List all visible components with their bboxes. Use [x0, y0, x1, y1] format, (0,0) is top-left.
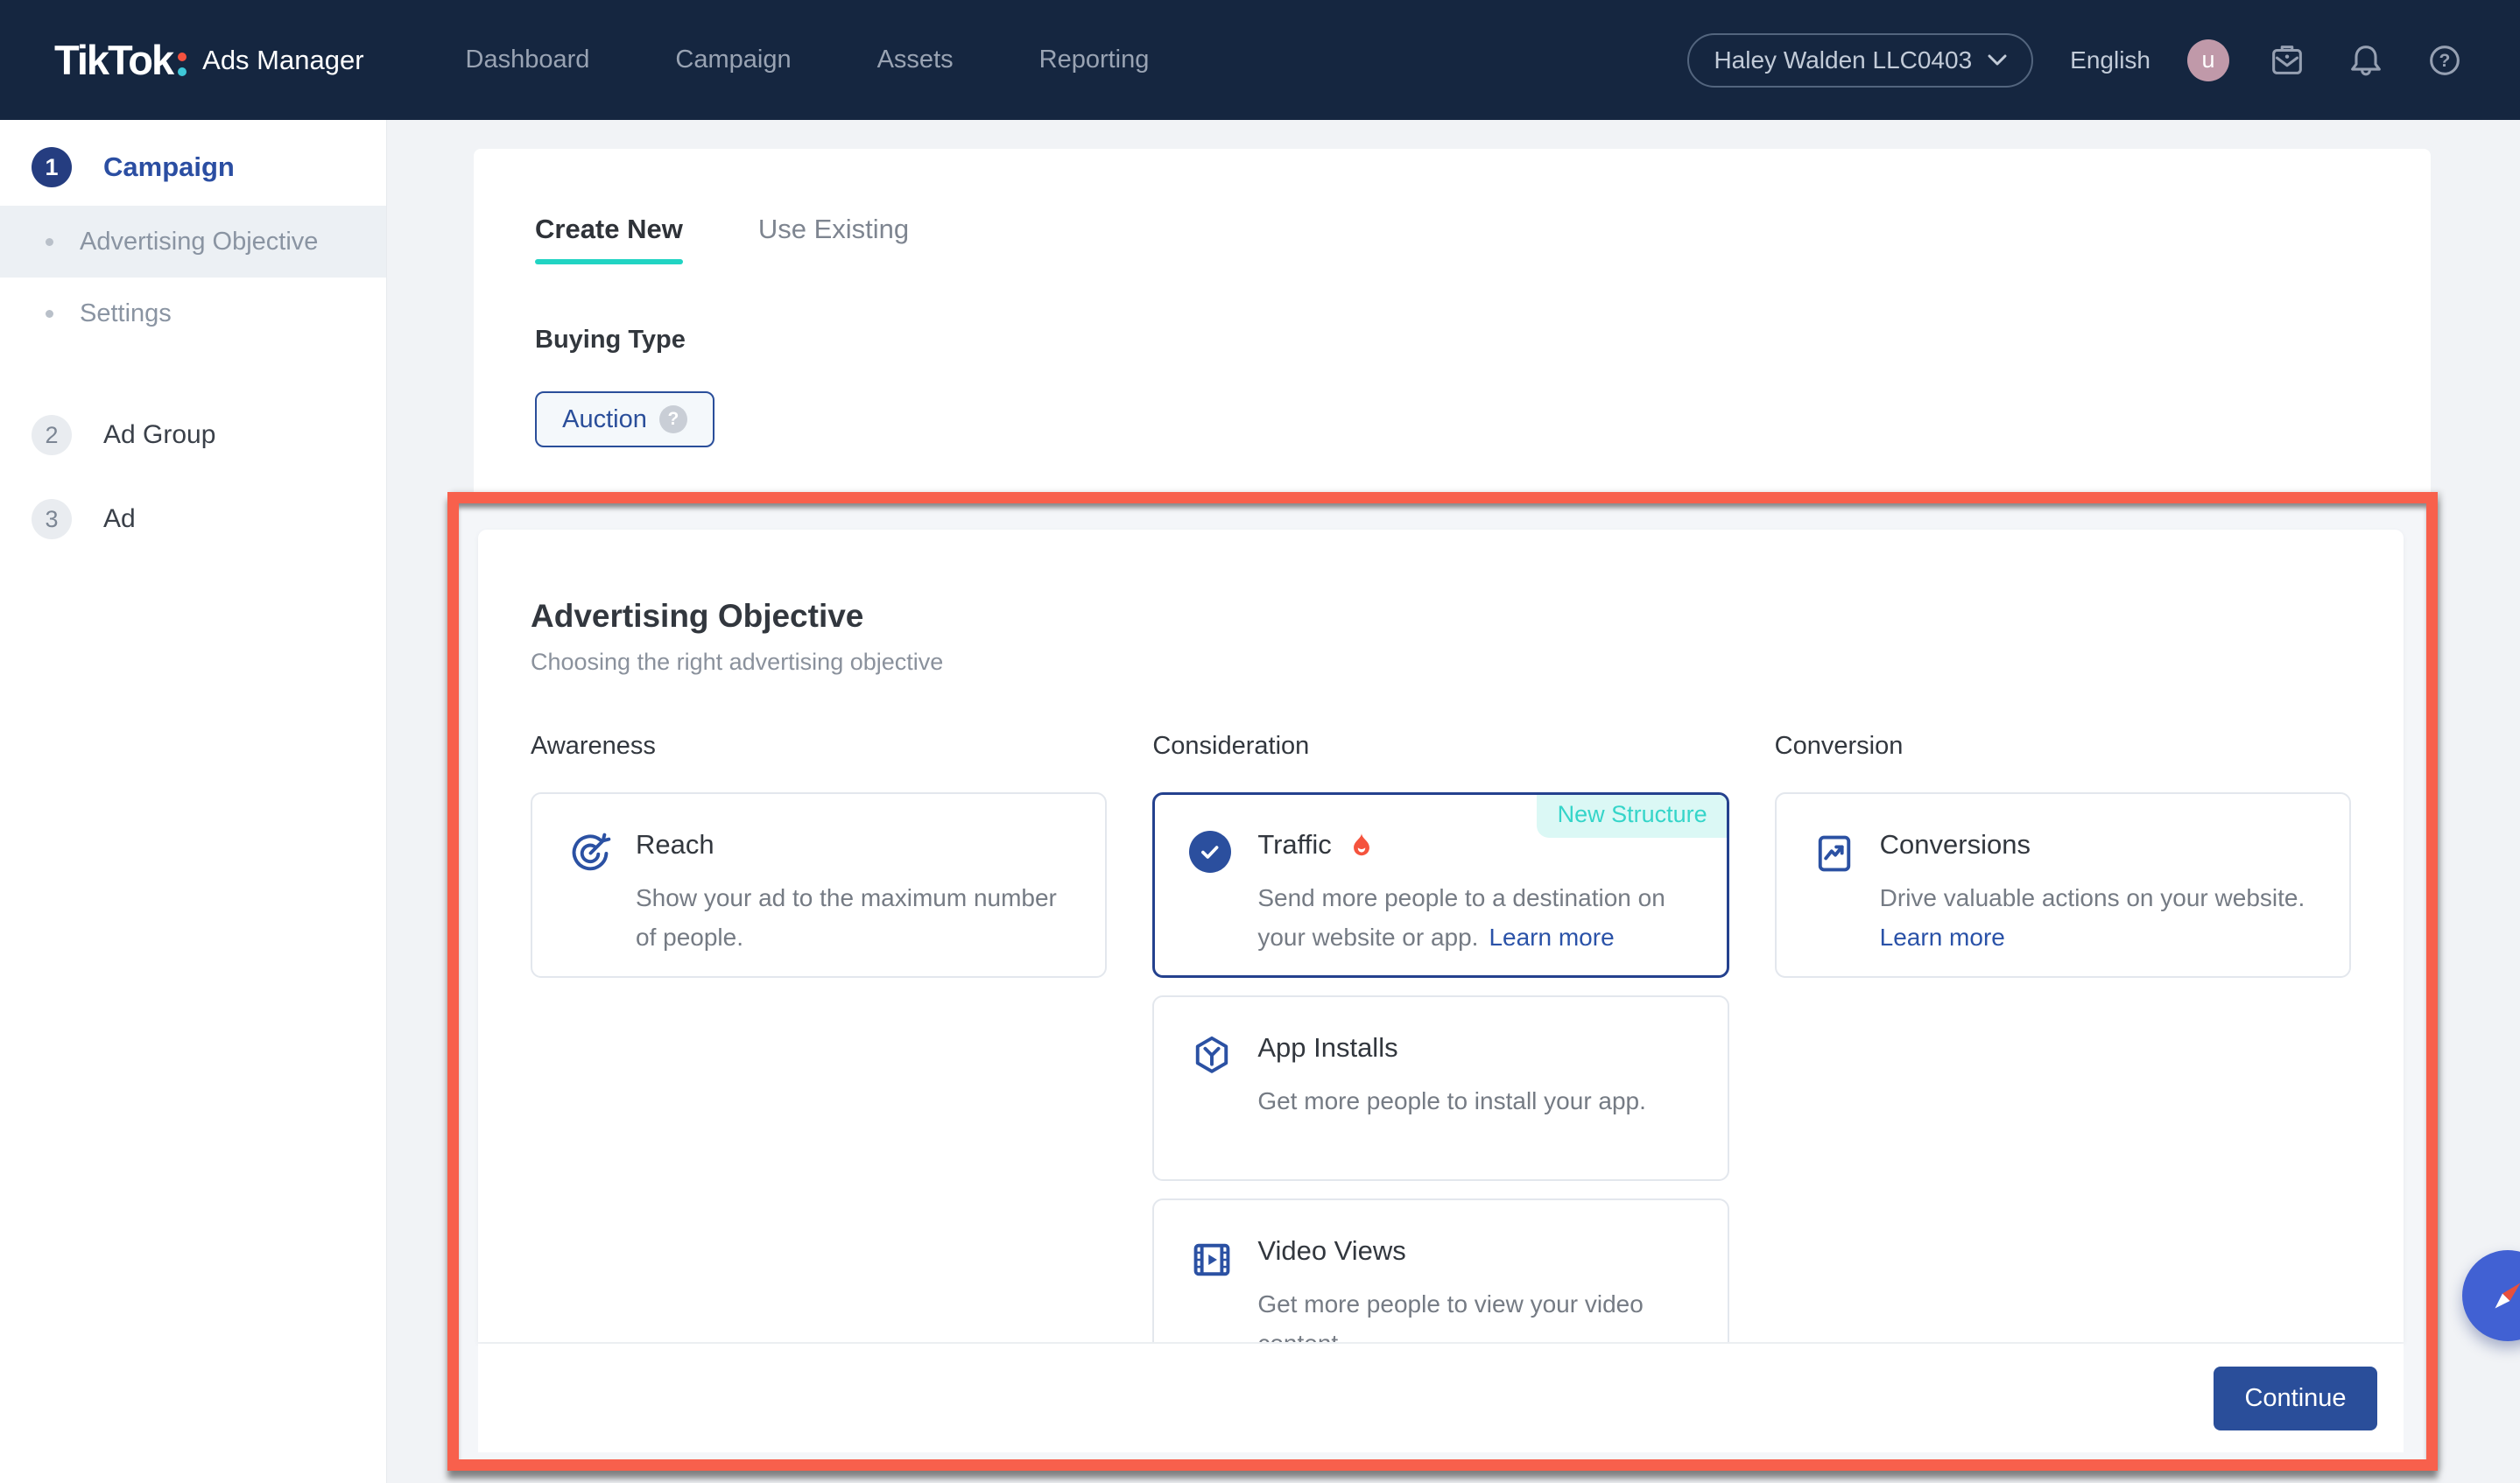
account-name: Haley Walden LLC0403	[1714, 46, 1972, 74]
card-body: Conversions Drive valuable actions on yo…	[1880, 829, 2318, 976]
navbar-right-cluster: Haley Walden LLC0403 English u	[1687, 33, 2466, 88]
nav-link-assets[interactable]: Assets	[877, 46, 954, 74]
product-name: Ads Manager	[202, 45, 363, 76]
highlight-frame-inner: Advertising Objective Choosing the right…	[459, 503, 2426, 1459]
card-description: Get more people to view your video conte…	[1257, 1284, 1695, 1342]
sidebar-step-campaign[interactable]: 1 Campaign	[0, 129, 386, 206]
new-structure-badge: New Structure	[1537, 795, 1727, 838]
card-body: Reach Show your ad to the maximum number…	[636, 829, 1073, 976]
check-circle-icon	[1189, 829, 1235, 975]
step-1-label: Campaign	[103, 151, 235, 183]
card-title: Conversions	[1880, 829, 2031, 861]
film-play-icon	[1189, 1235, 1235, 1342]
message-center-icon	[2267, 40, 2307, 81]
substep-label: Settings	[80, 299, 172, 328]
card-title: Reach	[636, 829, 714, 861]
tiktok-ads-manager-app: TikTok Ads Manager Dashboard Campaign As…	[0, 0, 2520, 1483]
column-header: Consideration	[1152, 732, 1728, 761]
top-navbar: TikTok Ads Manager Dashboard Campaign As…	[0, 0, 2520, 120]
objective-card-app-installs[interactable]: App Installs Get more people to install …	[1152, 995, 1728, 1181]
objective-card-video-views[interactable]: Video Views Get more people to view your…	[1152, 1198, 1728, 1342]
message-center-button[interactable]	[2266, 39, 2308, 81]
step-2-label: Ad Group	[103, 420, 215, 450]
learn-more-link[interactable]: Learn more	[1489, 924, 1614, 951]
column-header: Awareness	[531, 732, 1107, 761]
section-title: Advertising Objective	[531, 530, 2351, 635]
sidebar-step-ad-group[interactable]: 2 Ad Group	[0, 395, 386, 475]
chevron-down-icon	[1988, 54, 2007, 67]
sidebar-step-ad[interactable]: 3 Ad	[0, 479, 386, 559]
buying-type-auction-button[interactable]: Auction ?	[535, 391, 714, 447]
auction-label: Auction	[562, 405, 647, 434]
sidebar-item-settings[interactable]: Settings	[0, 278, 386, 349]
tab-create-new[interactable]: Create New	[535, 214, 683, 264]
card-description: Drive valuable actions on your website.	[1880, 884, 2305, 911]
target-arrow-icon	[567, 829, 613, 976]
notifications-button[interactable]	[2345, 39, 2387, 81]
help-button[interactable]: ?	[2424, 39, 2466, 81]
continue-button[interactable]: Continue	[2214, 1367, 2377, 1430]
campaign-mode-tabs: Create New Use Existing	[535, 214, 2431, 264]
trend-up-icon	[1812, 829, 1857, 976]
section-subtitle: Choosing the right advertising objective	[531, 649, 2351, 676]
column-awareness: Awareness	[531, 732, 1107, 1342]
tiktok-logo-colon	[178, 53, 187, 76]
card-body: Video Views Get more people to view your…	[1257, 1235, 1695, 1342]
step-3-label: Ad	[103, 504, 136, 534]
card-body: App Installs Get more people to install …	[1257, 1032, 1695, 1179]
brand[interactable]: TikTok Ads Manager	[54, 36, 364, 84]
nav-link-dashboard[interactable]: Dashboard	[466, 46, 590, 74]
compass-needle-icon	[2482, 1270, 2520, 1321]
card-title: App Installs	[1257, 1032, 1397, 1064]
bullet-dot-icon	[46, 310, 53, 318]
card-description: Get more people to install your app.	[1257, 1081, 1695, 1121]
wizard-footer: Continue	[478, 1344, 2404, 1452]
buying-type-label: Buying Type	[535, 326, 2431, 355]
card-description: Show your ad to the maximum number of pe…	[636, 878, 1073, 957]
hexagon-y-icon	[1189, 1032, 1235, 1179]
objective-card-reach[interactable]: Reach Show your ad to the maximum number…	[531, 792, 1107, 978]
step-2-circle: 2	[32, 415, 72, 455]
step-1-circle: 1	[32, 147, 72, 187]
column-conversion: Conversion Conv	[1775, 732, 2351, 1342]
flame-icon	[1348, 831, 1376, 859]
objective-card-conversions[interactable]: Conversions Drive valuable actions on yo…	[1775, 792, 2351, 978]
card-body: Traffic Send more people to a destinatio…	[1257, 829, 1695, 975]
help-icon: ?	[2425, 40, 2465, 81]
sidebar-item-advertising-objective[interactable]: Advertising Objective	[0, 206, 386, 278]
campaign-steps-sidebar: 1 Campaign Advertising Objective Setting…	[0, 120, 387, 1483]
language-selector[interactable]: English	[2070, 46, 2150, 74]
card-title: Video Views	[1257, 1235, 1405, 1267]
bullet-dot-icon	[46, 238, 53, 246]
column-consideration: Consideration New Structure	[1152, 732, 1728, 1342]
avatar[interactable]: u	[2187, 39, 2229, 81]
substep-label: Advertising Objective	[80, 228, 318, 257]
objective-card-traffic[interactable]: New Structure	[1152, 792, 1728, 978]
campaign-setup-card: Create New Use Existing Buying Type Auct…	[474, 149, 2431, 525]
avatar-initial: u	[2201, 46, 2214, 74]
question-circle-icon[interactable]: ?	[659, 405, 687, 433]
highlight-frame: Advertising Objective Choosing the right…	[447, 492, 2438, 1471]
nav-link-reporting[interactable]: Reporting	[1039, 46, 1150, 74]
svg-text:?: ?	[2439, 51, 2451, 71]
objective-columns: Awareness	[531, 732, 2351, 1342]
card-title: Traffic	[1257, 829, 1331, 861]
tab-use-existing[interactable]: Use Existing	[758, 214, 909, 264]
nav-link-campaign[interactable]: Campaign	[675, 46, 791, 74]
column-header: Conversion	[1775, 732, 2351, 761]
account-selector[interactable]: Haley Walden LLC0403	[1687, 33, 2033, 88]
step-3-circle: 3	[32, 499, 72, 539]
learn-more-link[interactable]: Learn more	[1880, 924, 2005, 951]
main-content: Create New Use Existing Buying Type Auct…	[388, 120, 2520, 1483]
nav-links: Dashboard Campaign Assets Reporting	[466, 46, 1150, 74]
advertising-objective-card: Advertising Objective Choosing the right…	[478, 530, 2404, 1342]
tiktok-logo: TikTok	[54, 36, 172, 84]
notification-bell-icon	[2346, 40, 2386, 81]
